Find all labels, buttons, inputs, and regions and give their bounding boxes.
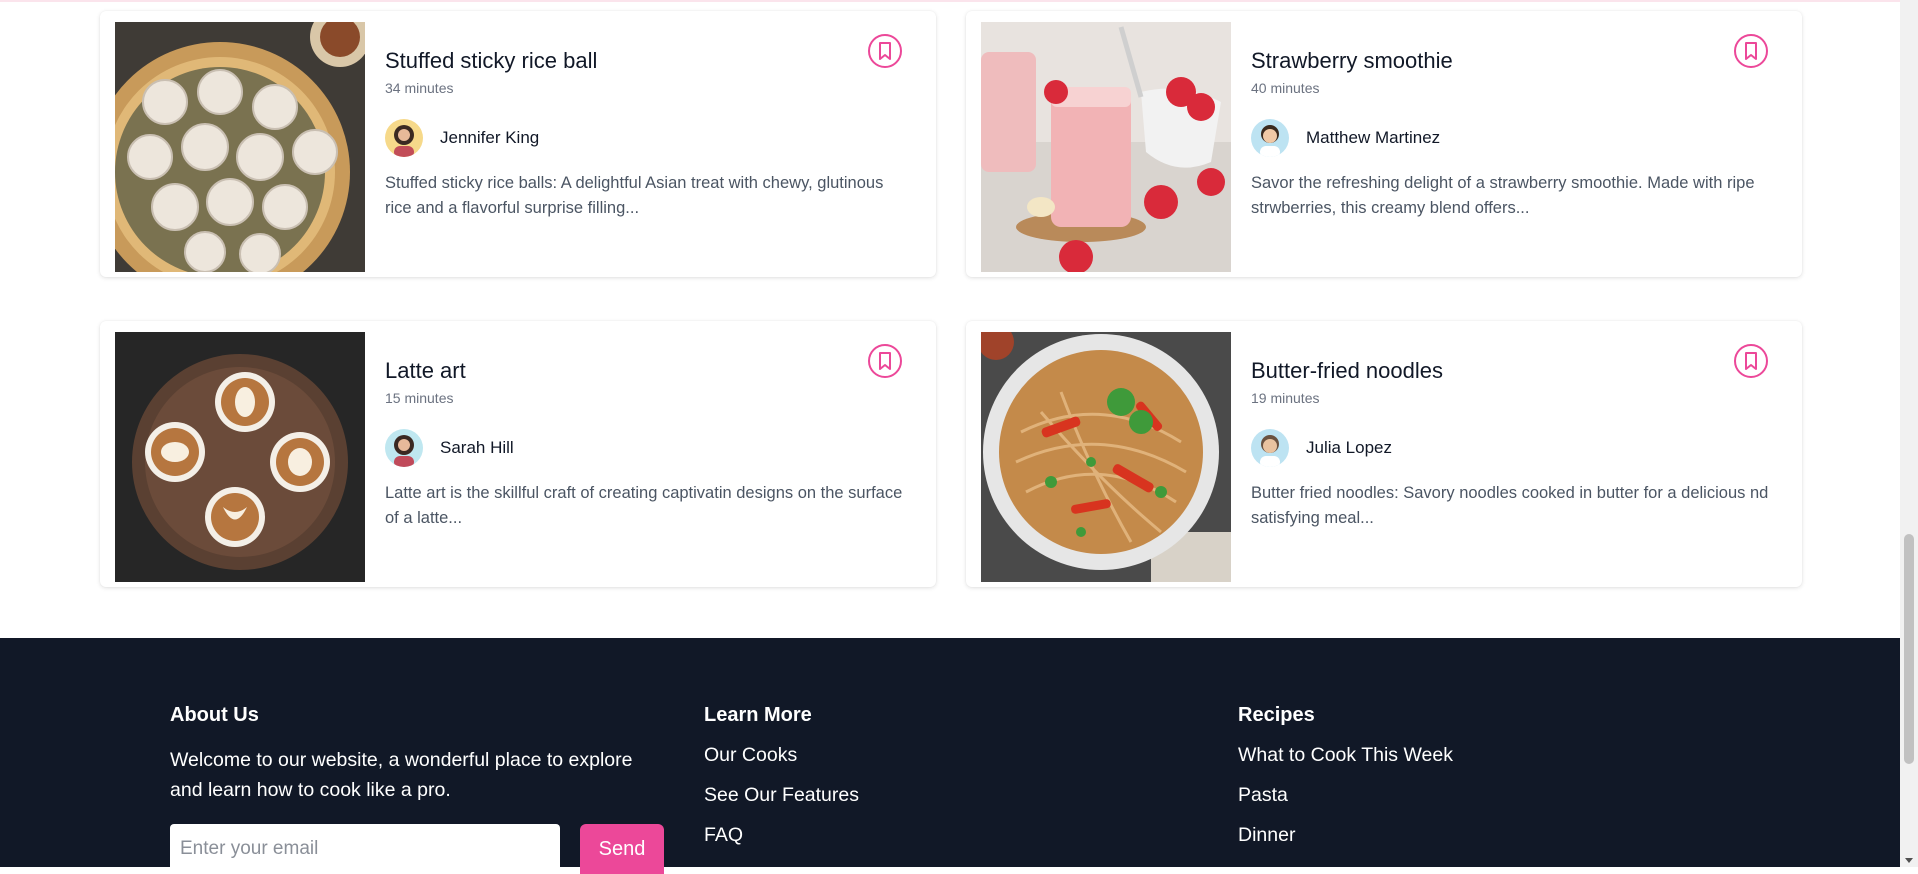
author-name[interactable]: Julia Lopez — [1306, 438, 1392, 458]
learn-more-heading: Learn More — [704, 704, 812, 726]
author-name[interactable]: Sarah Hill — [440, 438, 514, 458]
about-heading: About Us — [170, 704, 259, 726]
author-name[interactable]: Matthew Martinez — [1306, 128, 1440, 148]
recipe-description: Butter fried noodles: Savory noodles coo… — [1251, 484, 1769, 527]
recipe-image[interactable] — [981, 22, 1231, 272]
footer-link-our-cooks[interactable]: Our Cooks — [704, 744, 797, 767]
recipe-image[interactable] — [981, 332, 1231, 582]
footer-link-faq[interactable]: FAQ — [704, 824, 743, 847]
top-divider — [0, 0, 1900, 2]
recipe-time: 34 minutes — [385, 80, 454, 96]
footer-link-what-to-cook[interactable]: What to Cook This Week — [1238, 744, 1453, 767]
footer-link-features[interactable]: See Our Features — [704, 784, 859, 807]
bookmark-button[interactable] — [1734, 34, 1768, 68]
recipe-title[interactable]: Butter-fried noodles — [1251, 358, 1443, 384]
recipe-image[interactable] — [115, 332, 365, 582]
recipe-card[interactable]: Butter-fried noodles 19 minutes Julia Lo… — [966, 321, 1802, 587]
bookmark-button[interactable] — [868, 34, 902, 68]
bookmark-button[interactable] — [1734, 344, 1768, 378]
recipe-card[interactable]: Strawberry smoothie 40 minutes Matthew M… — [966, 11, 1802, 277]
scroll-down-arrow-icon[interactable] — [1905, 858, 1913, 863]
page-scrollbar[interactable] — [1900, 0, 1918, 867]
recipe-card[interactable]: Stuffed sticky rice ball 34 minutes Jenn… — [100, 11, 936, 277]
author-avatar — [385, 119, 423, 157]
bookmark-icon — [1745, 42, 1757, 60]
author-avatar — [1251, 429, 1289, 467]
footer-link-pasta[interactable]: Pasta — [1238, 784, 1288, 807]
bookmark-icon — [879, 42, 891, 60]
bookmark-icon — [879, 352, 891, 370]
bookmark-icon — [1745, 352, 1757, 370]
recipe-title[interactable]: Stuffed sticky rice ball — [385, 48, 597, 74]
author-avatar — [1251, 119, 1289, 157]
bookmark-button[interactable] — [868, 344, 902, 378]
author-avatar — [385, 429, 423, 467]
recipe-time: 15 minutes — [385, 390, 454, 406]
recipe-title[interactable]: Strawberry smoothie — [1251, 48, 1453, 74]
about-text: Welcome to our website, a wonderful plac… — [170, 749, 633, 801]
recipe-description: Latte art is the skillful craft of creat… — [385, 484, 903, 527]
recipe-time: 19 minutes — [1251, 390, 1320, 406]
site-footer: About Us Welcome to our website, a wonde… — [0, 638, 1900, 874]
recipe-title[interactable]: Latte art — [385, 358, 466, 384]
recipe-description: Savor the refreshing delight of a strawb… — [1251, 174, 1755, 217]
author-name[interactable]: Jennifer King — [440, 128, 539, 148]
recipe-card[interactable]: Latte art 15 minutes Sarah Hill Latte ar… — [100, 321, 936, 587]
scrollbar-thumb[interactable] — [1904, 534, 1914, 764]
recipe-description: Stuffed sticky rice balls: A delightful … — [385, 174, 884, 217]
recipe-image[interactable] — [115, 22, 365, 272]
footer-link-dinner[interactable]: Dinner — [1238, 824, 1295, 847]
recipe-time: 40 minutes — [1251, 80, 1320, 96]
recipes-heading: Recipes — [1238, 704, 1315, 726]
